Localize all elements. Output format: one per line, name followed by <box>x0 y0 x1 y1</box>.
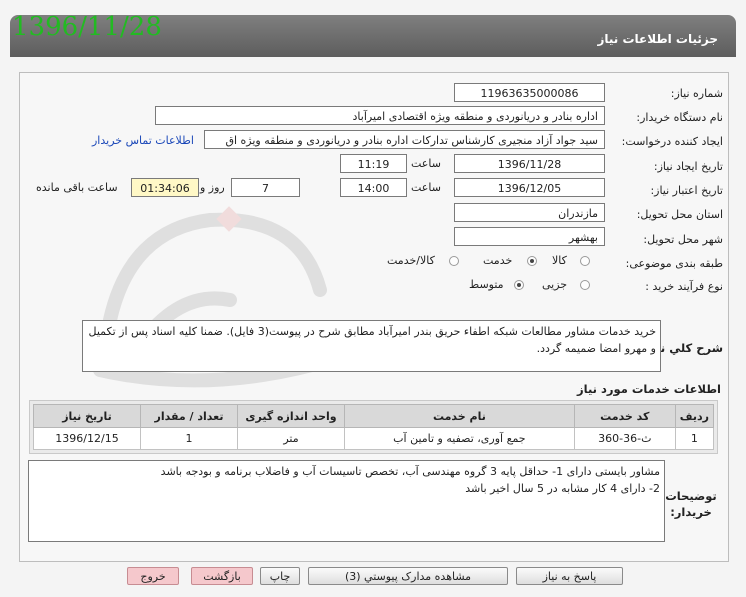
process-option-minor: جزیی <box>542 278 568 291</box>
province-label: استان محل تحویل: <box>636 208 723 221</box>
page-title: جزئیات اطلاعات نیاز <box>597 32 718 46</box>
col-header-code: کد خدمت <box>573 404 676 428</box>
process-radio-medium[interactable] <box>514 280 524 290</box>
process-type-label: نوع فرآیند خرید : <box>645 280 723 293</box>
cell-name: جمع آوری، تصفیه و تامین آب <box>344 427 575 450</box>
city-label: شهر محل تحویل: <box>643 233 723 246</box>
cell-row: 1 <box>674 427 715 450</box>
services-section-title: اطلاعات خدمات مورد نیاز <box>577 382 721 396</box>
validity-time-label: ساعت <box>411 181 441 194</box>
attachments-button[interactable]: مشاهده مدارک پیوستي (3) <box>308 567 508 585</box>
province-field: مازندران <box>454 203 605 222</box>
process-option-medium: متوسط <box>469 278 504 291</box>
buyer-notes-line1: مشاور بایستی دارای 1- حداقل پایه 3 گروه … <box>160 465 660 478</box>
category-label: طبقه بندی موضوعی: <box>625 257 723 270</box>
cell-qty: 1 <box>140 427 238 450</box>
remaining-time-field: 01:34:06 <box>131 178 199 197</box>
buyer-notes-box: مشاور بایستی دارای 1- حداقل پایه 3 گروه … <box>28 460 665 542</box>
col-header-unit: واحد اندازه گیری <box>237 404 345 428</box>
buyer-contact-link[interactable]: اطلاعات تماس خریدار <box>92 134 194 147</box>
exit-button[interactable]: خروج <box>127 567 179 585</box>
category-option-goods: کالا <box>552 254 567 267</box>
creation-time-label: ساعت <box>411 157 441 170</box>
category-option-service: خدمت <box>483 254 513 267</box>
creation-date-label: تاریخ ایجاد نیاز: <box>653 160 723 173</box>
buyer-org-field: اداره بنادر و دریانوردی و منطقه ویژه اقت… <box>155 106 605 125</box>
requester-field: سید جواد آزاد منجیری کارشناس تدارکات ادا… <box>204 130 605 149</box>
validity-date-label: تاریخ اعتبار نیاز: <box>650 184 723 197</box>
date-stamp: 1396/11/28 <box>12 12 162 42</box>
services-table-wrap: ردیف کد خدمت نام خدمت واحد اندازه گیری ت… <box>29 400 718 454</box>
buyer-org-label: نام دستگاه خریدار: <box>636 111 723 124</box>
category-radio-both[interactable] <box>449 256 459 266</box>
requester-label: ایجاد کننده درخواست: <box>621 135 723 148</box>
creation-date-field: 1396/11/28 <box>454 154 605 173</box>
col-header-qty: تعداد / مقدار <box>140 404 238 428</box>
category-radio-service[interactable] <box>527 256 537 266</box>
need-number-field: 11963635000086 <box>454 83 605 102</box>
col-header-name: نام خدمت <box>344 404 575 428</box>
col-header-date: تاریخ نیاز <box>33 404 141 428</box>
remaining-time-label: ساعت باقی مانده <box>36 181 118 194</box>
city-field: بهشهر <box>454 227 605 246</box>
print-button[interactable]: چاپ <box>260 567 300 585</box>
creation-time-field: 11:19 <box>340 154 407 173</box>
general-description-box: خرید خدمات مشاور مطالعات شبکه اطفاء حریق… <box>82 320 661 372</box>
buyer-notes-label: توضیحات خریدار: <box>665 489 717 519</box>
process-radio-minor[interactable] <box>580 280 590 290</box>
days-label: روز و <box>200 181 225 194</box>
category-option-both: کالا/خدمت <box>387 254 435 267</box>
validity-date-field: 1396/12/05 <box>454 178 605 197</box>
col-header-row: ردیف <box>674 404 715 428</box>
reply-button[interactable]: پاسخ به نیاز <box>516 567 623 585</box>
need-number-label: شماره نیاز: <box>670 87 723 100</box>
buyer-notes-line2: 2- دارای 4 کار مشابه در 5 سال اخیر باشد <box>465 482 660 495</box>
validity-time-field: 14:00 <box>340 178 407 197</box>
cell-date: 1396/12/15 <box>33 427 141 450</box>
category-radio-goods[interactable] <box>580 256 590 266</box>
cell-code: ث-36-360 <box>573 427 676 450</box>
back-button[interactable]: بازگشت <box>191 567 253 585</box>
cell-unit: متر <box>237 427 345 450</box>
services-table: ردیف کد خدمت نام خدمت واحد اندازه گیری ت… <box>33 404 715 450</box>
remaining-days-field: 7 <box>231 178 300 197</box>
table-row: 1 ث-36-360 جمع آوری، تصفیه و تامین آب مت… <box>33 427 715 450</box>
